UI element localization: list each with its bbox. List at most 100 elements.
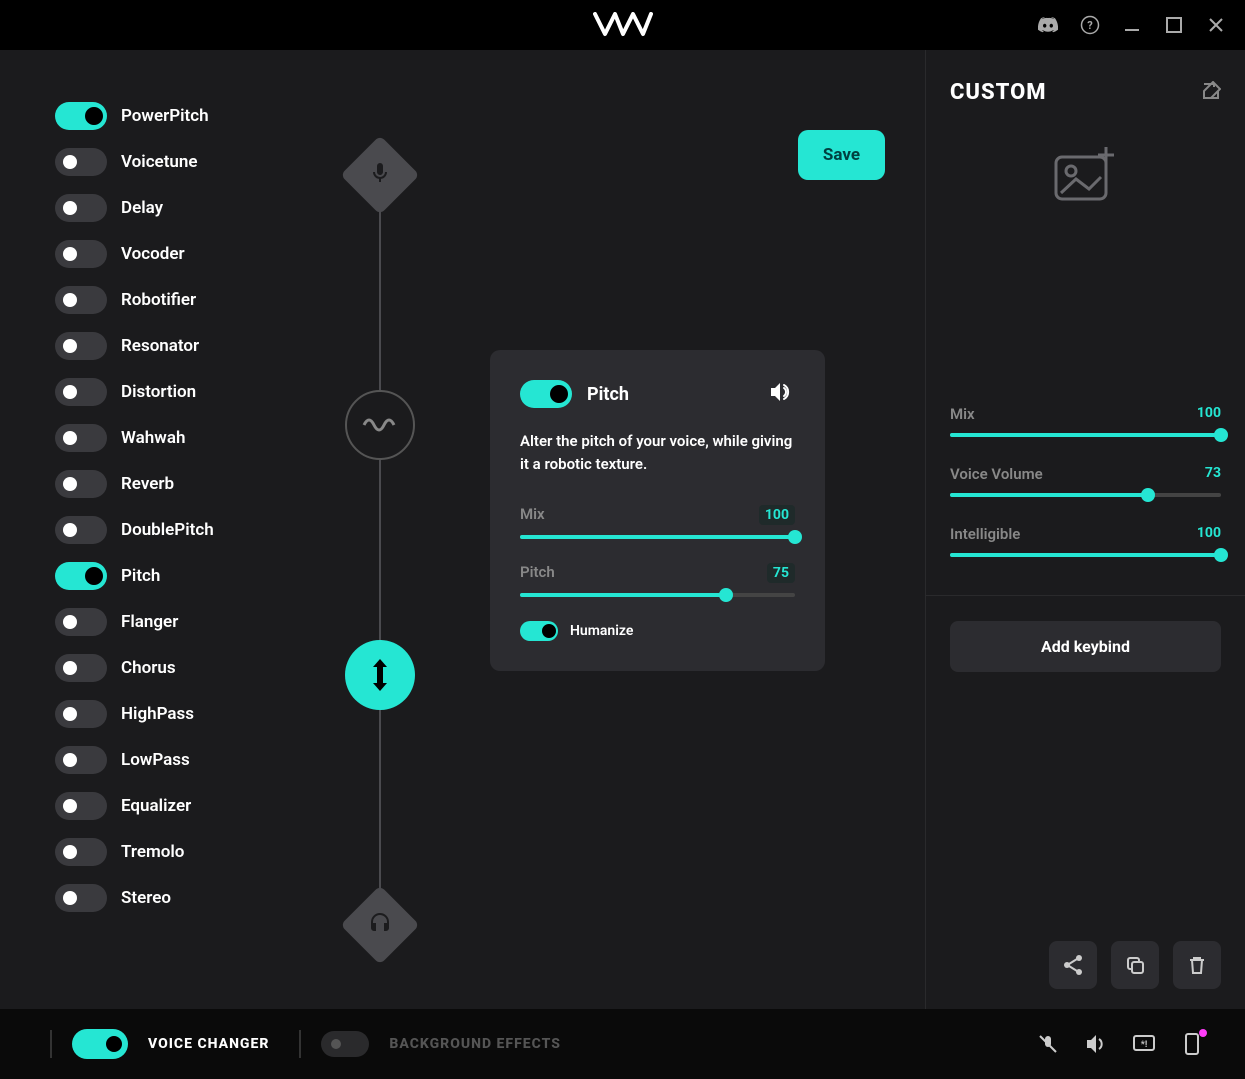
wave-icon xyxy=(345,390,415,460)
effect-toggle-powerpitch[interactable] xyxy=(55,102,107,130)
effect-toggle-resonator[interactable] xyxy=(55,332,107,360)
slider-track[interactable] xyxy=(950,553,1221,557)
effect-item-voicetune: Voicetune xyxy=(55,146,315,178)
titlebar: ? xyxy=(0,0,1245,50)
speaker-icon[interactable] xyxy=(769,381,795,407)
effect-toggle-delay[interactable] xyxy=(55,194,107,222)
effect-label[interactable]: Stereo xyxy=(121,888,171,908)
humanize-toggle[interactable] xyxy=(520,621,558,641)
effect-item-chorus: Chorus xyxy=(55,652,315,684)
effect-detail-card: Pitch Alter the pitch of your voice, whi… xyxy=(490,350,825,671)
effect-toggle-stereo[interactable] xyxy=(55,884,107,912)
device-icon[interactable] xyxy=(1179,1031,1205,1057)
custom-slider-intelligible: Intelligible100 xyxy=(950,525,1221,557)
effect-toggle-distortion[interactable] xyxy=(55,378,107,406)
slider-value: 75 xyxy=(767,563,795,583)
effect-label[interactable]: PowerPitch xyxy=(121,106,209,126)
microphone-icon xyxy=(368,161,392,189)
effect-toggle-pitch[interactable] xyxy=(55,562,107,590)
effect-toggle-lowpass[interactable] xyxy=(55,746,107,774)
effect-item-flanger: Flanger xyxy=(55,606,315,638)
slider-value: 100 xyxy=(1197,405,1221,423)
voice-changer-toggle[interactable] xyxy=(72,1029,128,1059)
effect-label[interactable]: Wahwah xyxy=(121,428,185,448)
slider-label: Mix xyxy=(950,405,975,423)
slider-track[interactable] xyxy=(520,535,795,539)
chain-powerpitch-node[interactable] xyxy=(345,390,415,460)
chain-output-node xyxy=(345,890,415,960)
slider-track[interactable] xyxy=(950,433,1221,437)
custom-panel: CUSTOM Mix 100 Voice Volume73 Intelligible1… xyxy=(925,50,1245,1009)
effect-label[interactable]: Delay xyxy=(121,198,163,218)
volume-icon[interactable] xyxy=(1083,1031,1109,1057)
effect-toggle-doublepitch[interactable] xyxy=(55,516,107,544)
chain-input-node xyxy=(345,140,415,210)
effect-item-equalizer: Equalizer xyxy=(55,790,315,822)
effect-toggle-wahwah[interactable] xyxy=(55,424,107,452)
effect-label[interactable]: Pitch xyxy=(121,566,160,586)
effect-label[interactable]: Distortion xyxy=(121,382,196,402)
effect-toggle-tremolo[interactable] xyxy=(55,838,107,866)
effect-item-lowpass: LowPass xyxy=(55,744,315,776)
image-placeholder-icon[interactable] xyxy=(1051,145,1121,205)
background-effects-label: BACKGROUND EFFECTS xyxy=(389,1036,561,1052)
effect-toggle-equalizer[interactable] xyxy=(55,792,107,820)
detail-toggle[interactable] xyxy=(520,380,572,408)
svg-text:?: ? xyxy=(1087,19,1093,32)
effect-label[interactable]: Voicetune xyxy=(121,152,198,172)
help-icon[interactable]: ? xyxy=(1079,14,1101,36)
effect-item-stereo: Stereo xyxy=(55,882,315,914)
effect-label[interactable]: Reverb xyxy=(121,474,174,494)
mute-mic-icon[interactable] xyxy=(1035,1031,1061,1057)
effect-label[interactable]: Flanger xyxy=(121,612,178,632)
signal-chain xyxy=(345,140,415,960)
save-button[interactable]: Save xyxy=(798,130,885,180)
effect-toggle-robotifier[interactable] xyxy=(55,286,107,314)
slider-value: 100 xyxy=(759,505,795,525)
effect-item-tremolo: Tremolo xyxy=(55,836,315,868)
effect-label[interactable]: Vocoder xyxy=(121,244,185,264)
effect-item-pitch: Pitch xyxy=(55,560,315,592)
background-effects-toggle[interactable] xyxy=(321,1031,369,1057)
effect-label[interactable]: LowPass xyxy=(121,750,190,770)
share-button[interactable] xyxy=(1049,941,1097,989)
effect-item-distortion: Distortion xyxy=(55,376,315,408)
effect-label[interactable]: Chorus xyxy=(121,658,176,678)
titlebar-controls: ? xyxy=(1037,0,1227,50)
effect-label[interactable]: Robotifier xyxy=(121,290,196,310)
effect-label[interactable]: Equalizer xyxy=(121,796,191,816)
delete-button[interactable] xyxy=(1173,941,1221,989)
slider-value: 73 xyxy=(1205,465,1221,483)
detail-title: Pitch xyxy=(587,384,754,405)
effect-label[interactable]: DoublePitch xyxy=(121,520,214,540)
effect-toggle-chorus[interactable] xyxy=(55,654,107,682)
main-area: Save PowerPitch Voicetune Delay Vocoder Robo… xyxy=(0,50,1245,1009)
effect-label[interactable]: Tremolo xyxy=(121,842,184,862)
slider-value: 100 xyxy=(1197,525,1221,543)
maximize-icon[interactable] xyxy=(1163,14,1185,36)
add-keybind-button[interactable]: Add keybind xyxy=(950,621,1221,672)
soundboard-icon[interactable]: *! xyxy=(1131,1031,1157,1057)
copy-button[interactable] xyxy=(1111,941,1159,989)
effect-item-resonator: Resonator xyxy=(55,330,315,362)
close-icon[interactable] xyxy=(1205,14,1227,36)
minimize-icon[interactable] xyxy=(1121,14,1143,36)
effect-item-robotifier: Robotifier xyxy=(55,284,315,316)
effect-toggle-highpass[interactable] xyxy=(55,700,107,728)
edit-icon[interactable] xyxy=(1201,81,1221,105)
custom-slider-voice-volume: Voice Volume73 xyxy=(950,465,1221,497)
effect-label[interactable]: HighPass xyxy=(121,704,194,724)
chain-pitch-node[interactable] xyxy=(345,640,415,710)
effect-item-highpass: HighPass xyxy=(55,698,315,730)
effect-item-wahwah: Wahwah xyxy=(55,422,315,454)
discord-icon[interactable] xyxy=(1037,14,1059,36)
effect-toggle-flanger[interactable] xyxy=(55,608,107,636)
effect-label[interactable]: Resonator xyxy=(121,336,199,356)
effect-toggle-voicetune[interactable] xyxy=(55,148,107,176)
custom-title: CUSTOM xyxy=(950,80,1047,105)
slider-track[interactable] xyxy=(520,593,795,597)
effect-toggle-vocoder[interactable] xyxy=(55,240,107,268)
effect-toggle-reverb[interactable] xyxy=(55,470,107,498)
slider-track[interactable] xyxy=(950,493,1221,497)
effect-item-vocoder: Vocoder xyxy=(55,238,315,270)
